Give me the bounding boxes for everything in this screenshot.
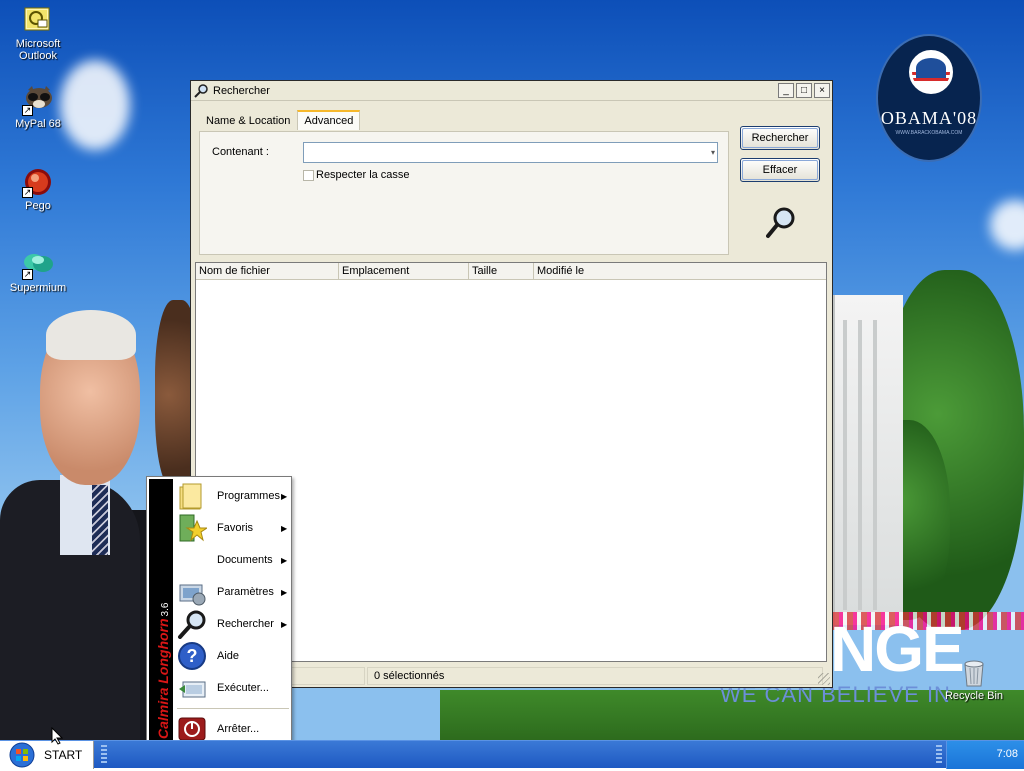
column-size[interactable]: Taille xyxy=(469,263,534,279)
maximize-button[interactable]: □ xyxy=(796,83,812,98)
obama-logo: OBAMA'08 WWW.BARACKOBAMA.COM xyxy=(876,34,982,162)
submenu-arrow-icon: ▶ xyxy=(281,491,288,501)
search-magnifier-icon xyxy=(766,206,796,240)
magnifier-icon xyxy=(193,83,209,99)
menu-item-programmes[interactable]: Programmes ▶ xyxy=(177,480,291,512)
system-tray: 7:08 xyxy=(946,741,1024,769)
dropdown-arrow-icon[interactable]: ▾ xyxy=(711,148,715,157)
desktop-icon-label: Recycle Bin xyxy=(944,690,1004,702)
windows-logo-icon xyxy=(4,742,40,768)
tab-advanced[interactable]: Advanced xyxy=(297,110,361,130)
mypal-raccoon-icon: ↗ xyxy=(22,84,54,116)
start-menu: Calmira Longhorn3.6 Programmes ▶ Favoris… xyxy=(146,476,292,746)
desktop-icon-outlook[interactable]: Microsoft Outlook xyxy=(3,4,73,62)
resize-grip[interactable] xyxy=(818,673,830,685)
contenant-label: Contenant : xyxy=(212,146,269,158)
status-selected: 0 sélectionnés xyxy=(367,667,823,685)
menu-item-rechercher[interactable]: Rechercher ▶ xyxy=(177,608,291,640)
wallpaper-cloud xyxy=(990,200,1024,250)
svg-text:?: ? xyxy=(187,646,198,666)
taskbar: START 7:08 xyxy=(0,740,1024,769)
column-modified[interactable]: Modifié le xyxy=(534,263,634,279)
recycle-bin-icon xyxy=(958,656,990,688)
outlook-icon xyxy=(22,4,54,36)
checkbox-box[interactable] xyxy=(303,169,314,181)
clock[interactable]: 7:08 xyxy=(997,748,1018,760)
shortcut-arrow-icon: ↗ xyxy=(22,269,33,280)
search-button[interactable]: Rechercher xyxy=(740,126,820,150)
desktop-icon-pego[interactable]: ↗ Pego xyxy=(3,166,73,212)
start-label: START xyxy=(44,748,83,762)
window-title: Rechercher xyxy=(213,84,270,97)
desktop-icon-label: MyPal 68 xyxy=(15,118,61,130)
close-button[interactable]: × xyxy=(814,83,830,98)
start-menu-banner: Calmira Longhorn3.6 xyxy=(149,479,173,743)
submenu-arrow-icon: ▶ xyxy=(281,523,288,533)
logo-subtext: WWW.BARACKOBAMA.COM xyxy=(895,130,963,136)
magnifier-icon xyxy=(177,609,207,639)
tray-grip[interactable] xyxy=(936,745,942,765)
favorites-star-icon xyxy=(177,513,209,543)
desktop-icon-mypal[interactable]: ↗ MyPal 68 xyxy=(3,84,73,130)
menu-separator xyxy=(177,708,289,709)
column-filename[interactable]: Nom de fichier xyxy=(196,263,339,279)
respect-case-checkbox[interactable]: Respecter la casse xyxy=(303,169,410,181)
submenu-arrow-icon: ▶ xyxy=(281,555,288,565)
logo-text: OBAMA'08 xyxy=(880,108,978,128)
window-titlebar[interactable]: Rechercher _ □ × xyxy=(191,81,832,101)
submenu-arrow-icon: ▶ xyxy=(281,619,288,629)
desktop-icon-label: Microsoft Outlook xyxy=(15,38,61,62)
results-header: Nom de fichier Emplacement Taille Modifi… xyxy=(196,263,826,280)
menu-item-aide[interactable]: ? Aide xyxy=(177,640,291,672)
shortcut-arrow-icon: ↗ xyxy=(22,187,33,198)
desktop-icon-supermium[interactable]: ↗ Supermium xyxy=(3,248,73,294)
start-button[interactable]: START xyxy=(0,741,94,769)
menu-item-parametres[interactable]: Paramètres ▶ xyxy=(177,576,291,608)
documents-icon xyxy=(177,545,207,575)
banner-title: Calmira Longhorn xyxy=(155,618,171,739)
desktop-icon-label: Supermium xyxy=(9,282,67,294)
respect-case-label: Respecter la casse xyxy=(316,169,410,181)
help-icon: ? xyxy=(177,641,207,671)
clear-button[interactable]: Effacer xyxy=(740,158,820,182)
menu-item-executer[interactable]: Exécuter... xyxy=(177,672,291,704)
folder-icon xyxy=(177,481,207,511)
settings-icon xyxy=(177,577,207,607)
desktop-icon-label: Pego xyxy=(25,200,51,212)
run-icon xyxy=(177,673,207,703)
tab-strip: Name & Location Advanced xyxy=(199,110,361,131)
shortcut-arrow-icon: ↗ xyxy=(22,105,33,116)
taskbar-grip[interactable] xyxy=(101,745,107,765)
minimize-button[interactable]: _ xyxy=(778,83,794,98)
menu-item-documents[interactable]: Documents ▶ xyxy=(177,544,291,576)
advanced-tab-panel: Contenant : ▾ Respecter la casse xyxy=(199,131,729,255)
column-location[interactable]: Emplacement xyxy=(339,263,469,279)
menu-item-favoris[interactable]: Favoris ▶ xyxy=(177,512,291,544)
desktop-icon-recycle-bin[interactable]: Recycle Bin xyxy=(939,656,1009,702)
supermium-icon: ↗ xyxy=(22,248,54,280)
pego-icon: ↗ xyxy=(22,166,54,198)
tab-name-location[interactable]: Name & Location xyxy=(199,111,297,131)
contenant-input[interactable]: ▾ xyxy=(303,142,718,163)
banner-version: 3.6 xyxy=(160,602,171,617)
submenu-arrow-icon: ▶ xyxy=(281,587,288,597)
mouse-cursor-icon xyxy=(51,726,64,745)
